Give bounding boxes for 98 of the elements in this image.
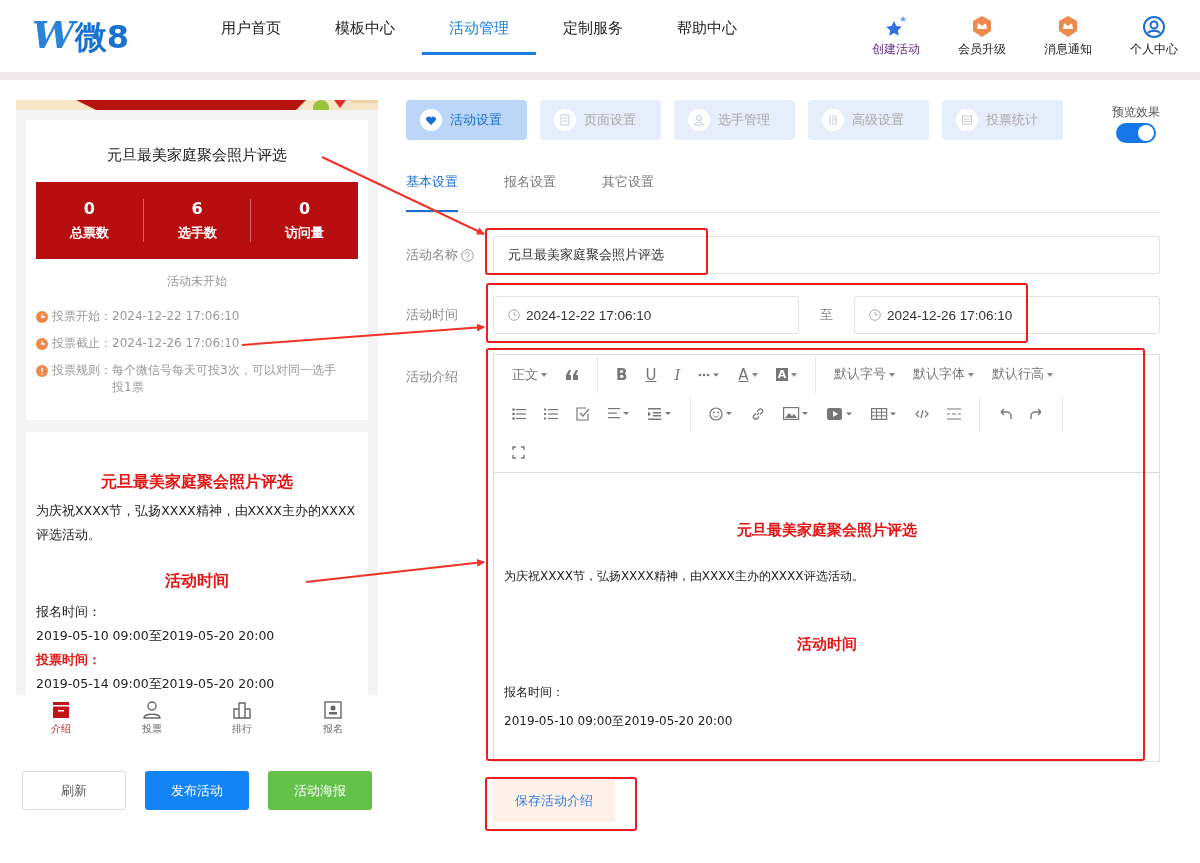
stat-value: 6 — [191, 199, 203, 218]
clock-icon — [36, 338, 48, 350]
info-label: 投票截止： — [52, 335, 112, 352]
id-card-icon — [323, 700, 342, 719]
font-color-button[interactable]: A — [738, 365, 758, 384]
stat-label: 访问量 — [285, 224, 325, 242]
content-label: 投票时间： — [36, 651, 102, 669]
content-text: 为庆祝XXXX节，弘扬XXXX精神，由XXXX主办的XXXX评选活动。 — [36, 502, 356, 544]
ranking-icon — [233, 700, 252, 719]
end-time-field[interactable]: 2024-12-26 17:06:10 — [854, 296, 1160, 334]
clock-icon — [36, 311, 48, 323]
redo-icon[interactable] — [1030, 407, 1044, 420]
start-time-field[interactable]: 2024-12-22 17:06:10 — [493, 296, 799, 334]
align-icon[interactable] — [608, 408, 630, 419]
info-label: 投票开始： — [52, 308, 112, 325]
bottom-tab[interactable]: 投票 — [106, 695, 197, 741]
checkbox-icon[interactable] — [576, 406, 590, 421]
stat-value: 0 — [83, 199, 95, 218]
content-heading: 活动时间 — [795, 635, 858, 654]
sub-tab[interactable]: 基本设置 — [406, 173, 458, 212]
bottom-tab[interactable]: 介绍 — [16, 695, 107, 741]
settings-tab[interactable]: 活动设置 — [406, 100, 527, 140]
more-icon[interactable] — [698, 371, 721, 378]
save-button[interactable]: 保存活动介绍 — [493, 780, 615, 822]
bottom-tab[interactable]: 报名 — [287, 695, 378, 741]
bottom-tab[interactable]: 排行 — [197, 695, 288, 741]
field-label: 活动介绍 — [406, 368, 459, 386]
field-label: 活动名称 — [406, 246, 458, 264]
content-text: 为庆祝XXXX节，弘扬XXXX精神，由XXXX主办的XXXX评选活动。 — [504, 568, 865, 585]
stat-label: 总票数 — [69, 224, 109, 242]
sub-tab[interactable]: 其它设置 — [602, 173, 654, 212]
alert-icon — [36, 365, 48, 377]
clock-icon — [508, 309, 520, 321]
status-text: 活动未开始 — [166, 273, 228, 290]
header-action[interactable]: 个人中心 — [1130, 40, 1178, 58]
list-icon — [956, 109, 978, 131]
nav-link[interactable]: 帮助中心 — [650, 0, 764, 72]
clock-icon — [869, 309, 881, 321]
header-action[interactable]: 创建活动 — [872, 40, 920, 58]
link-icon[interactable] — [751, 406, 765, 421]
nav-link[interactable]: 活动管理 — [422, 0, 536, 55]
field-label: 活动时间 — [406, 306, 459, 324]
range-separator: 至 — [819, 306, 834, 324]
activity-title: 元旦最美家庭聚会照片评选 — [106, 146, 288, 165]
toggle-label: 预览效果 — [1112, 104, 1160, 121]
rich-text-editor[interactable]: 正文 B U I A A 默认字号 默认字体 默认行高 元旦最美家庭聚会照片评选 为庆祝XXXX节，弘扬XXXX精神，由XXXX主办的XXXX评选活动。 活动时间 报名时间： 2019-05-10 09:00至2019-05-20 20:00 — [493, 354, 1160, 762]
info-value: 2024-12-26 17:06:10 — [112, 335, 241, 352]
nav-link[interactable]: 模板中心 — [308, 0, 422, 72]
info-value: 2024-12-22 17:06:10 — [112, 308, 241, 325]
document-icon — [52, 700, 71, 719]
stat-label: 选手数 — [177, 224, 217, 242]
name-field[interactable]: 元旦最美家庭聚会照片评选 — [493, 236, 1160, 274]
logo[interactable]: W微8 — [32, 12, 182, 60]
crown-badge-icon[interactable] — [1057, 14, 1079, 39]
crown-badge-icon[interactable] — [971, 14, 993, 39]
format-dropdown[interactable]: 默认字号 — [834, 366, 896, 383]
help-icon[interactable] — [461, 248, 474, 262]
image-icon[interactable] — [783, 407, 809, 420]
undo-icon[interactable] — [998, 407, 1012, 420]
underline-button[interactable]: U — [645, 365, 657, 384]
content-heading: 元旦最美家庭聚会照片评选 — [100, 472, 294, 493]
content-heading: 元旦最美家庭聚会照片评选 — [735, 521, 918, 540]
bullet-list-icon[interactable] — [512, 407, 526, 420]
numbered-list-icon[interactable] — [544, 407, 558, 420]
content-heading: 活动时间 — [164, 571, 230, 592]
user-icon — [688, 109, 710, 131]
nav-link[interactable]: 用户首页 — [194, 0, 308, 72]
indent-icon[interactable] — [648, 407, 672, 420]
content-text: 报名时间： — [36, 603, 102, 621]
video-icon[interactable] — [827, 407, 853, 420]
header-action[interactable]: 消息通知 — [1044, 40, 1092, 58]
stat-value: 0 — [299, 199, 311, 218]
content-text: 报名时间： — [504, 684, 565, 701]
page-icon — [554, 109, 576, 131]
emoji-icon[interactable] — [709, 406, 733, 421]
nav-link[interactable]: 定制服务 — [536, 0, 650, 72]
user-icon[interactable] — [1142, 14, 1166, 39]
code-icon[interactable] — [915, 408, 929, 419]
format-dropdown[interactable]: 默认字体 — [913, 366, 975, 383]
italic-button[interactable]: I — [674, 365, 681, 384]
content-text: 2019-05-14 09:00至2019-05-20 20:00 — [36, 675, 276, 693]
fullscreen-icon[interactable] — [512, 446, 525, 459]
content-text: 2019-05-10 09:00至2019-05-20 20:00 — [504, 713, 734, 730]
action-button[interactable]: 刷新 — [22, 771, 126, 810]
preview-toggle[interactable] — [1116, 123, 1156, 143]
person-icon — [142, 700, 161, 719]
content-text: 2019-05-10 09:00至2019-05-20 20:00 — [36, 627, 276, 645]
tools-icon — [822, 109, 844, 131]
table-icon[interactable] — [871, 407, 897, 420]
info-value: 每个微信号每天可投3次，可以对同一选手投1票 — [112, 362, 337, 396]
quote-icon[interactable] — [565, 368, 579, 381]
bold-button[interactable]: B — [616, 365, 628, 384]
format-dropdown[interactable]: 默认行高 — [992, 366, 1054, 383]
info-label: 投票规则： — [52, 362, 112, 379]
header-action[interactable]: 会员升级 — [958, 40, 1006, 58]
paragraph-style-dropdown[interactable]: 正文 — [512, 365, 547, 384]
action-button[interactable]: 发布活动 — [145, 771, 249, 810]
sub-tab[interactable]: 报名设置 — [504, 173, 556, 212]
